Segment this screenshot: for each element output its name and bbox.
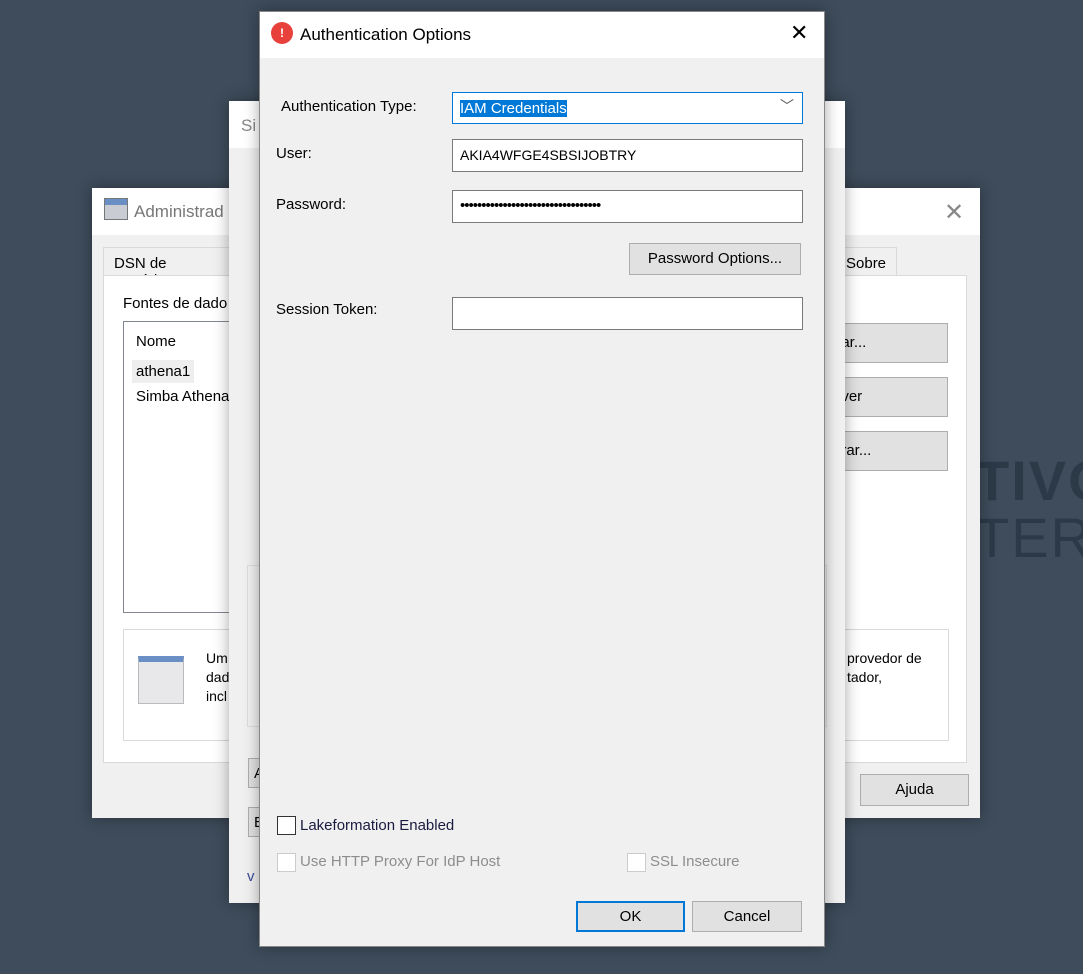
- wallpaper-text-1: TIVO: [975, 449, 1083, 512]
- lakeformation-checkbox[interactable]: [277, 816, 296, 835]
- session-token-label: Session Token:: [276, 301, 378, 318]
- chevron-down-icon: ﹀: [780, 98, 794, 114]
- user-label: User:: [276, 145, 312, 162]
- data-source-icon: [138, 656, 184, 704]
- data-sources-label: Fontes de dado: [123, 295, 228, 312]
- lakeformation-label: Lakeformation Enabled: [300, 817, 455, 834]
- tab-about[interactable]: Sobre: [837, 247, 897, 276]
- wallpaper-text-2: TER: [975, 506, 1083, 569]
- simba-logo-icon: !: [271, 22, 293, 44]
- close-icon[interactable]: ✕: [944, 198, 964, 227]
- ssl-insecure-checkbox[interactable]: [627, 853, 646, 872]
- version-text: v: [247, 868, 255, 885]
- window-title: Si: [241, 116, 257, 135]
- description-text: Um: [206, 650, 228, 666]
- close-icon[interactable]: ✕: [790, 20, 808, 46]
- list-item[interactable]: Simba Athena: [136, 388, 229, 405]
- help-button[interactable]: Ajuda: [860, 774, 969, 806]
- description-text: tador,: [847, 669, 883, 685]
- auth-type-value: IAM Credentials: [460, 100, 567, 117]
- window-title: Administrad: [134, 202, 224, 221]
- cancel-button[interactable]: Cancel: [692, 901, 802, 932]
- password-input[interactable]: •••••••••••••••••••••••••••••••••: [452, 190, 803, 223]
- auth-type-select[interactable]: IAM Credentials ﹀: [452, 92, 803, 124]
- description-text: incl: [206, 688, 228, 704]
- http-proxy-label: Use HTTP Proxy For IdP Host: [300, 853, 501, 870]
- tab-label: Sobre: [846, 255, 887, 272]
- description-text: provedor de: [847, 650, 922, 666]
- list-header-name[interactable]: Nome: [136, 333, 176, 350]
- authentication-options-dialog: ! Authentication Options ✕ Authenticatio…: [259, 11, 825, 947]
- description-text: dad: [206, 669, 230, 685]
- list-item[interactable]: athena1: [132, 360, 195, 383]
- password-options-button[interactable]: Password Options...: [629, 243, 801, 275]
- password-label: Password:: [276, 196, 347, 213]
- title-bar: ! Authentication Options ✕: [260, 12, 824, 58]
- ssl-insecure-label: SSL Insecure: [650, 853, 740, 870]
- user-input[interactable]: AKIA4WFGE4SBSIJOBTRY: [452, 139, 803, 172]
- session-token-input[interactable]: [452, 297, 803, 330]
- odbc-admin-icon: [104, 198, 128, 220]
- ok-button[interactable]: OK: [576, 901, 685, 932]
- http-proxy-checkbox[interactable]: [277, 853, 296, 872]
- auth-type-label: Authentication Type:: [281, 98, 417, 115]
- tab-user-dsn[interactable]: DSN de Usuário: [103, 247, 233, 289]
- dialog-title: Authentication Options: [300, 25, 472, 44]
